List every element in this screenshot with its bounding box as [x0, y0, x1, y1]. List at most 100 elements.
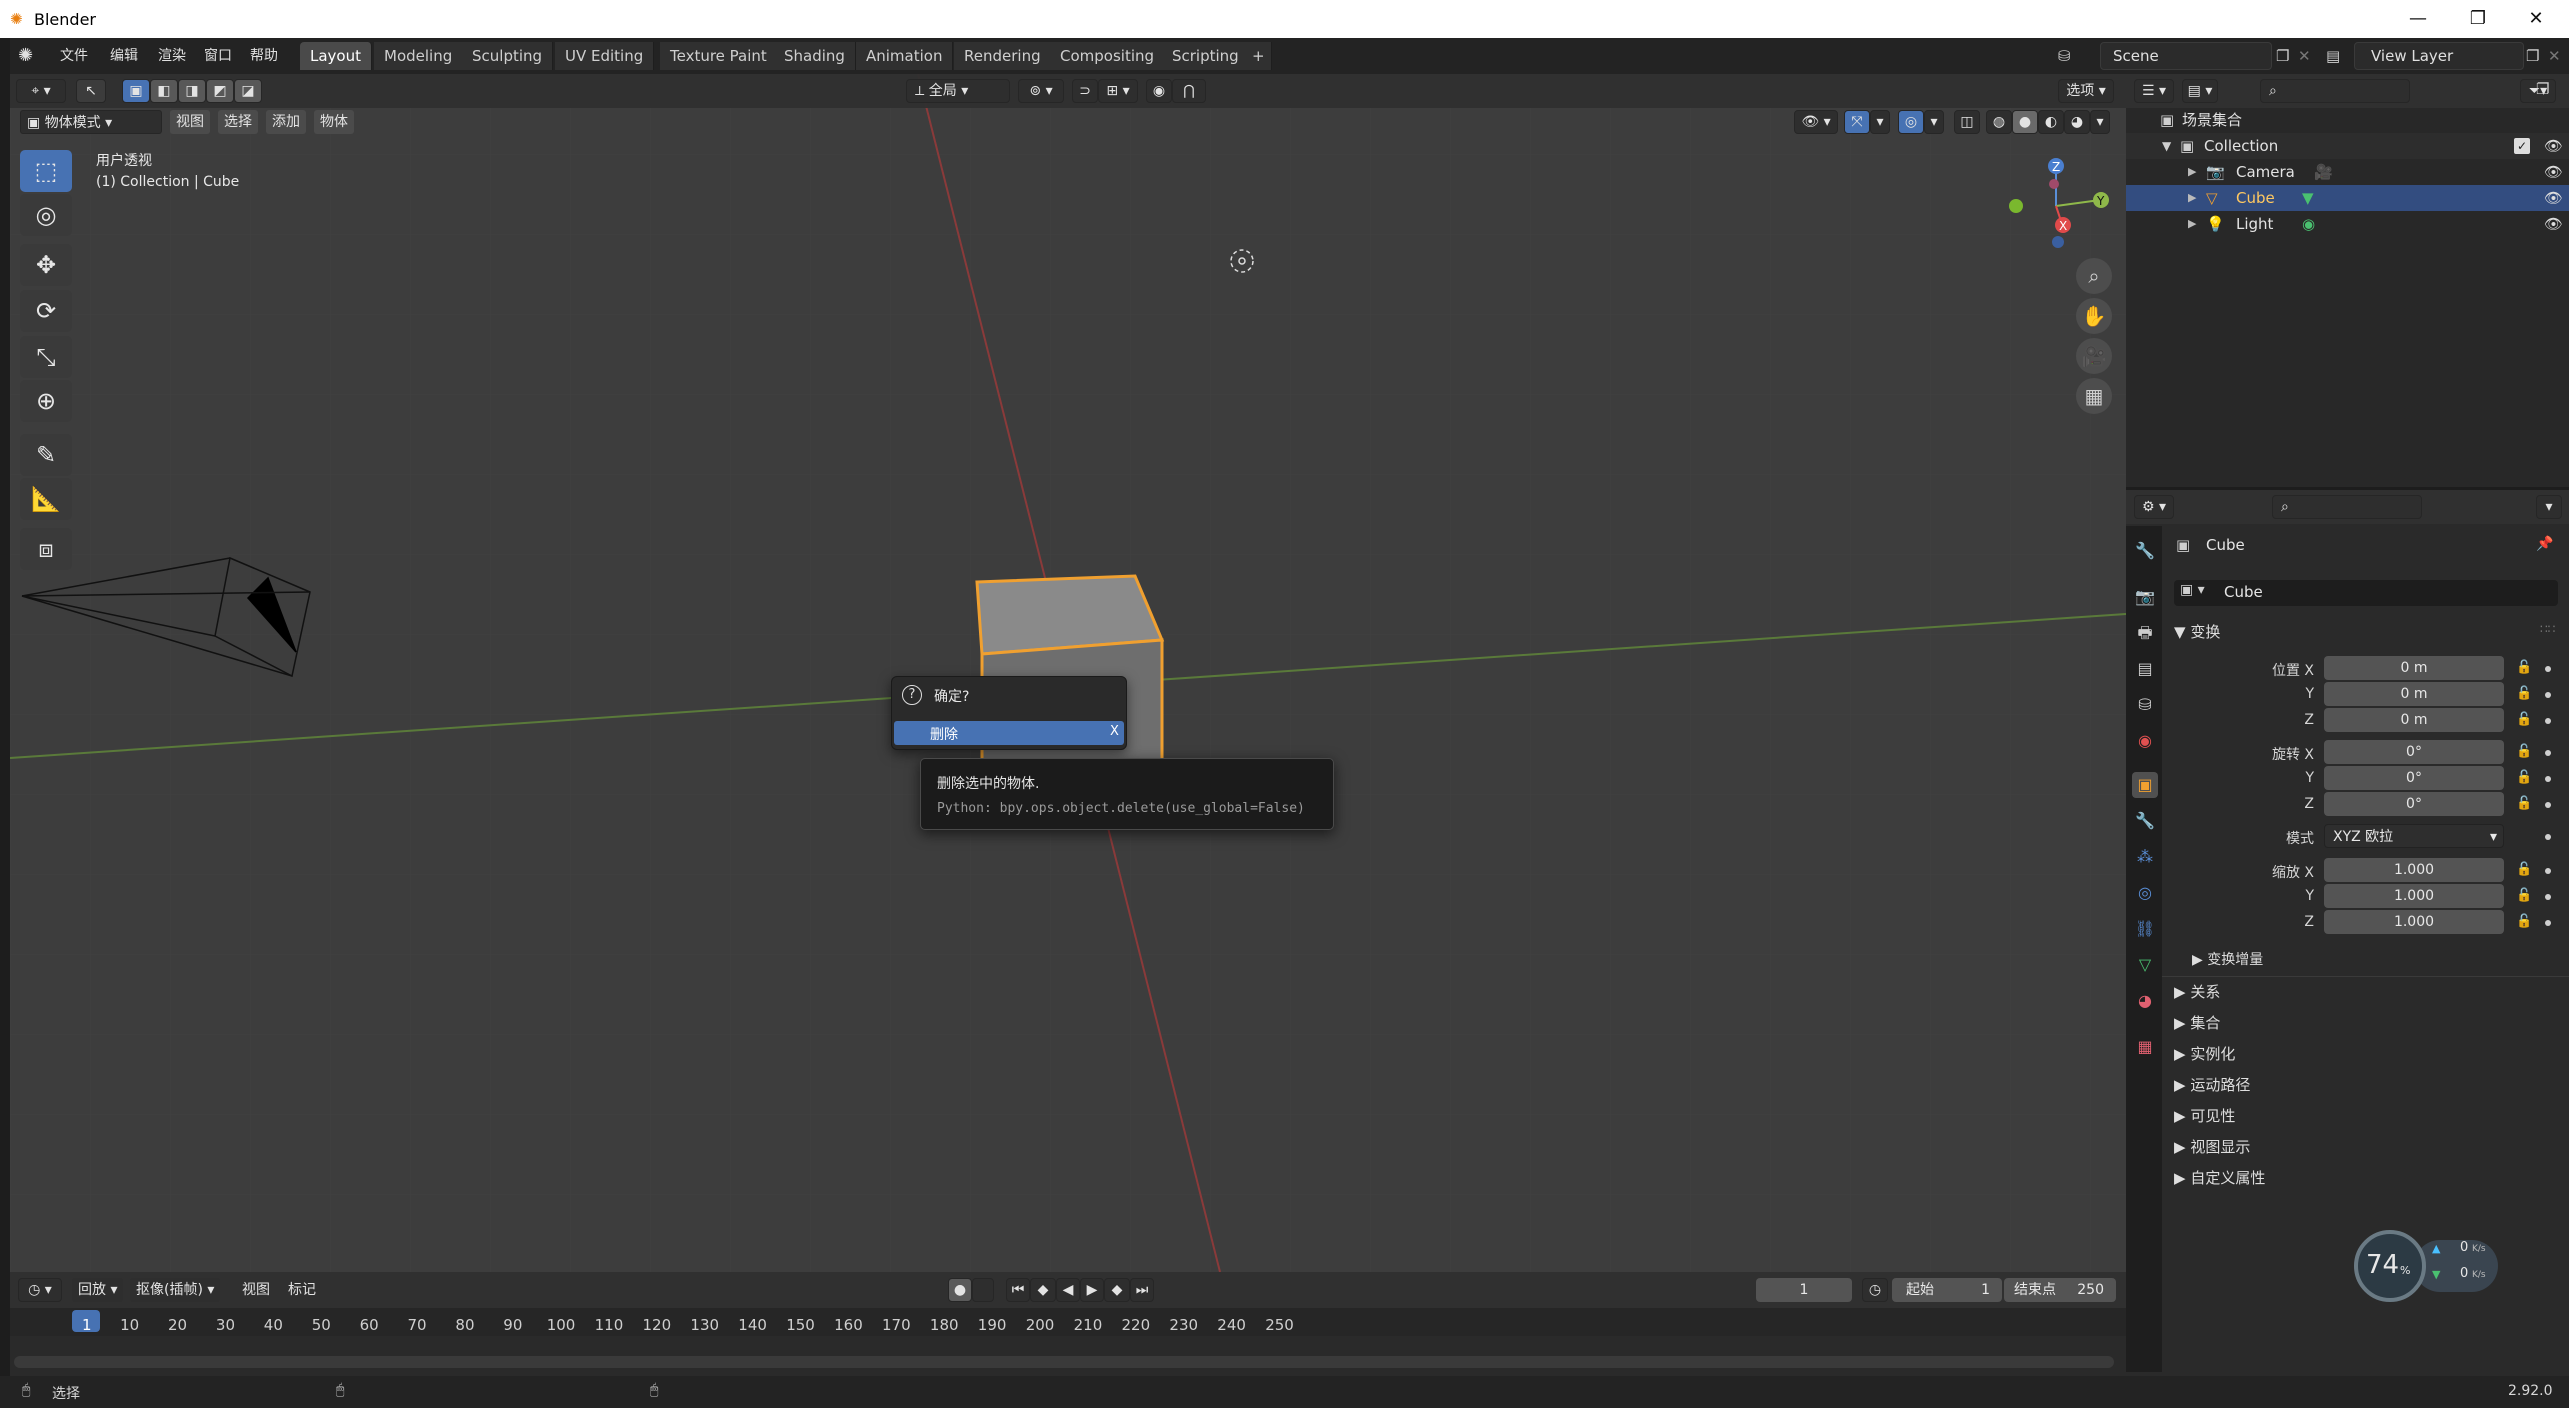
- lock-icon[interactable]: 🔓: [2516, 796, 2532, 811]
- add-workspace-button[interactable]: +: [1246, 42, 1272, 70]
- jump-end-icon[interactable]: ⏭: [1130, 1278, 1154, 1302]
- keyframe-dot[interactable]: [2545, 834, 2551, 840]
- properties-editor-type-icon[interactable]: ⚙ ▾: [2134, 495, 2174, 519]
- render-tab-icon[interactable]: 📷: [2132, 584, 2158, 610]
- tab-layout[interactable]: Layout: [300, 42, 372, 70]
- keyframe-dot[interactable]: [2545, 868, 2551, 874]
- outliner-scene-collection[interactable]: ▣ 场景集合: [2126, 107, 2569, 133]
- pivot-point-dropdown[interactable]: ⊚ ▾: [1018, 79, 1064, 103]
- play-reverse-icon[interactable]: ◀: [1056, 1278, 1080, 1302]
- system-monitor-widget[interactable]: 74 % ▲ ▼ 0 K/s 0 K/s: [2354, 1230, 2502, 1302]
- transform-section-header[interactable]: ▼ 变换: [2174, 620, 2220, 644]
- viewport-menu-add[interactable]: 添加: [266, 110, 306, 134]
- auto-key-dropdown-icon[interactable]: [972, 1278, 994, 1302]
- location-y-field[interactable]: 0 m: [2324, 682, 2504, 706]
- preview-range-icon[interactable]: ◷: [1862, 1278, 1888, 1302]
- keyframe-dot[interactable]: [2545, 802, 2551, 808]
- location-x-field[interactable]: 0 m: [2324, 656, 2504, 680]
- keyframe-dot[interactable]: [2545, 894, 2551, 900]
- material-tab-icon[interactable]: ◕: [2132, 988, 2158, 1014]
- xray-toggle-icon[interactable]: ◫: [1954, 110, 1980, 134]
- visibility-eye-icon[interactable]: 👁: [2544, 159, 2563, 185]
- menu-window[interactable]: 窗口: [196, 45, 240, 67]
- properties-options-icon[interactable]: ▾: [2536, 495, 2562, 519]
- timeline-menu-view[interactable]: 视图: [236, 1278, 276, 1302]
- maximize-button[interactable]: ❐: [2450, 0, 2506, 38]
- perspective-grid-icon[interactable]: ▦: [2076, 378, 2112, 414]
- select-new-icon[interactable]: ▣: [122, 79, 150, 103]
- section-visibility[interactable]: ▶ 可见性: [2174, 1104, 2235, 1128]
- solid-shading-icon[interactable]: ●: [2012, 110, 2038, 134]
- add-cube-tool[interactable]: ⧈: [20, 528, 72, 570]
- delete-scene-icon[interactable]: ✕: [2298, 44, 2318, 68]
- delete-view-layer-icon[interactable]: ✕: [2548, 44, 2568, 68]
- start-frame-field[interactable]: 起始 1: [1892, 1278, 2002, 1302]
- outliner-item-cube[interactable]: ▶ ▽ Cube ▼ 👁: [2126, 185, 2569, 211]
- view-layer-selector[interactable]: View Layer: [2354, 42, 2524, 70]
- annotate-tool[interactable]: ✎: [20, 434, 72, 476]
- select-extend-icon[interactable]: ◧: [150, 79, 178, 103]
- tab-animation[interactable]: Animation: [856, 42, 954, 70]
- scale-x-field[interactable]: 1.000: [2324, 858, 2504, 882]
- play-icon[interactable]: ▶: [1080, 1278, 1104, 1302]
- select-intersect-icon[interactable]: ◪: [234, 79, 262, 103]
- expand-arrow-icon[interactable]: ▶: [2188, 159, 2196, 185]
- location-z-field[interactable]: 0 m: [2324, 708, 2504, 732]
- rotation-z-field[interactable]: 0°: [2324, 792, 2504, 816]
- tab-sculpting[interactable]: Sculpting: [462, 42, 554, 70]
- record-icon[interactable]: ●: [948, 1278, 972, 1302]
- section-viewport-display[interactable]: ▶ 视图显示: [2174, 1135, 2250, 1159]
- lock-icon[interactable]: 🔓: [2516, 712, 2532, 727]
- select-box-tool[interactable]: ⬚: [20, 150, 72, 192]
- minimize-button[interactable]: —: [2390, 0, 2446, 38]
- rendered-shading-icon[interactable]: ◕: [2064, 110, 2090, 134]
- expand-arrow-icon[interactable]: ▶: [2188, 185, 2196, 211]
- object-tab-icon[interactable]: ▣: [2132, 772, 2158, 798]
- options-dropdown[interactable]: 选项 ▾: [2058, 79, 2114, 103]
- view-layer-tab-icon[interactable]: ▤: [2132, 656, 2158, 682]
- world-tab-icon[interactable]: ◉: [2132, 728, 2158, 754]
- delta-transform-header[interactable]: ▶ 变换增量: [2192, 948, 2263, 972]
- move-tool[interactable]: ✥: [20, 244, 72, 286]
- wireframe-shading-icon[interactable]: ◍: [1986, 110, 2012, 134]
- rotate-tool[interactable]: ⟳: [20, 290, 72, 332]
- scene-selector[interactable]: Scene: [2100, 42, 2272, 70]
- select-tool-icon[interactable]: ↖: [76, 79, 106, 103]
- gizmo-toggle-icon[interactable]: ⤧: [1844, 110, 1870, 134]
- keyframe-dot[interactable]: [2545, 718, 2551, 724]
- current-frame-field[interactable]: 1: [1756, 1278, 1852, 1302]
- expand-arrow-icon[interactable]: ▼: [2162, 133, 2171, 159]
- tab-scripting[interactable]: Scripting: [1162, 42, 1250, 70]
- falloff-icon[interactable]: ⋂: [1172, 79, 1206, 103]
- output-tab-icon[interactable]: 🖶: [2132, 620, 2158, 646]
- menu-edit[interactable]: 编辑: [102, 45, 146, 67]
- new-view-layer-icon[interactable]: ❐: [2526, 44, 2546, 68]
- timeline-menu-marker[interactable]: 标记: [282, 1278, 322, 1302]
- tab-texture-paint[interactable]: Texture Paint: [660, 42, 778, 70]
- properties-search-input[interactable]: ⌕: [2272, 495, 2422, 519]
- outliner-item-light[interactable]: ▶ 💡 Light ◉ 👁: [2126, 211, 2569, 237]
- keyframe-dot[interactable]: [2545, 750, 2551, 756]
- new-scene-icon[interactable]: ❐: [2276, 44, 2296, 68]
- tab-compositing[interactable]: Compositing: [1050, 42, 1166, 70]
- texture-tab-icon[interactable]: ▦: [2132, 1034, 2158, 1060]
- cursor-tool[interactable]: ◎: [20, 194, 72, 236]
- lock-icon[interactable]: 🔓: [2516, 660, 2532, 675]
- exclude-checkbox[interactable]: ✓: [2514, 138, 2530, 154]
- scale-z-field[interactable]: 1.000: [2324, 910, 2504, 934]
- view-layer-icon[interactable]: ▤: [2326, 44, 2350, 68]
- pin-icon[interactable]: 📌: [2536, 536, 2553, 552]
- outliner-collection-row[interactable]: ▼ ▣ Collection ✓ 👁: [2126, 133, 2569, 159]
- menu-file[interactable]: 文件: [52, 45, 96, 67]
- lock-icon[interactable]: 🔓: [2516, 686, 2532, 701]
- close-window-button[interactable]: ✕: [2508, 0, 2564, 38]
- section-motion-paths[interactable]: ▶ 运动路径: [2174, 1073, 2250, 1097]
- keying-dropdown[interactable]: 抠像(插帧) ▾: [130, 1278, 221, 1302]
- material-shading-icon[interactable]: ◐: [2038, 110, 2064, 134]
- visibility-eye-icon[interactable]: 👁: [2544, 185, 2563, 211]
- visibility-eye-icon[interactable]: 👁: [2544, 211, 2563, 237]
- delete-button[interactable]: 删除 X: [894, 721, 1124, 745]
- new-collection-icon[interactable]: ❐: [2536, 80, 2556, 104]
- timeline-editor-type-icon[interactable]: ◷ ▾: [18, 1278, 62, 1302]
- lock-icon[interactable]: 🔓: [2516, 744, 2532, 759]
